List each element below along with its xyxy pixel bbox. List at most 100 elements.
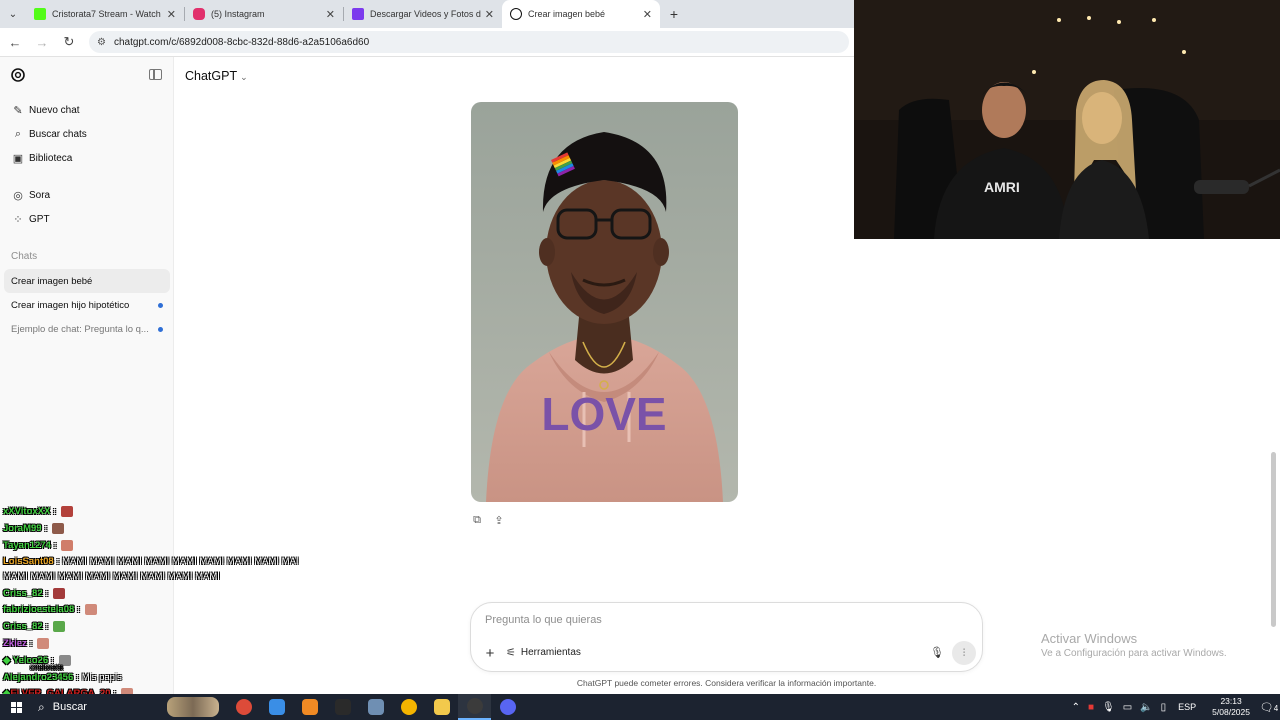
weather-widget-icon[interactable] [167, 697, 219, 717]
taskbar-clock[interactable]: 23:13 5/08/2025 [1212, 696, 1250, 718]
taskbar-search[interactable]: ⌕ Buscar [32, 694, 167, 720]
emote-icon [60, 506, 73, 517]
copy-icon[interactable]: ⧉ [471, 514, 483, 526]
sidebar-item-search-chats[interactable]: ⌕ Buscar chats [4, 122, 170, 146]
taskbar-app-copilot[interactable] [260, 694, 293, 720]
chat-item-label: Crear imagen hijo hipotético [11, 299, 130, 311]
clock-time: 23:13 [1220, 696, 1242, 706]
network-icon[interactable]: ▭ [1123, 702, 1132, 713]
language-indicator[interactable]: ESP [1178, 702, 1196, 712]
browser-tab-instagram[interactable]: (5) Instagram ✕ [185, 0, 343, 28]
tab-search-menu-button[interactable]: ⌄ [0, 0, 26, 28]
notification-center-button[interactable]: 🗨4 [1258, 701, 1280, 714]
site-settings-icon[interactable]: ⚙ [97, 37, 106, 48]
sidebar-item-label: Sora [29, 189, 51, 201]
sliders-icon: ⚟ [506, 647, 516, 659]
sidebar-item-new-chat[interactable]: ✎ Nuevo chat [4, 98, 170, 122]
model-selector[interactable]: ChatGPT ⌄ [185, 69, 248, 83]
taskbar-app-file-explorer[interactable] [425, 694, 458, 720]
emote-icon [37, 638, 50, 649]
chat-item-crear-imagen-bebe[interactable]: Crear imagen bebé [4, 269, 170, 293]
tools-button[interactable]: ⚟ Herramientas [506, 646, 581, 659]
start-button[interactable] [0, 694, 32, 720]
volume-icon[interactable]: 🔈 [1140, 702, 1152, 713]
watermark-subtitle: Ve a Configuración para activar Windows. [1041, 648, 1227, 659]
sidebar-item-sora[interactable]: ◎ Sora [4, 183, 170, 207]
discord-icon [499, 699, 516, 715]
taskbar-app-chrome[interactable] [227, 694, 260, 720]
chat-username: Zkiez [3, 638, 27, 650]
taskbar-app-live[interactable] [326, 694, 359, 720]
chat-message: Alejandro23456 : Mis papis [3, 672, 122, 683]
webcam-overlay: AMRI [854, 0, 1280, 239]
generated-image[interactable]: LOVE [471, 102, 738, 502]
chat-username: fabrizioestela08 [3, 604, 75, 616]
taskbar-app-chrome-2[interactable] [392, 694, 425, 720]
chat-item-ejemplo[interactable]: Ejemplo de chat: Pregunta lo q... [4, 317, 170, 341]
chat-message: Criss_82 : [3, 588, 66, 600]
page-scrollbar[interactable] [1271, 452, 1276, 627]
tab-title: (5) Instagram [211, 9, 265, 19]
share-icon[interactable]: ⇪ [493, 514, 505, 527]
copilot-icon [268, 699, 285, 715]
taskbar-app-discord[interactable] [491, 694, 524, 720]
system-tray: ⌃ ■ 🎙 ▭ 🔈 ▯ ESP 23:13 5/08/2025 🗨4 [1068, 694, 1280, 720]
chat-username: Tayan1274 [3, 540, 51, 552]
sidebar-item-label: Biblioteca [29, 152, 73, 164]
search-icon: ⌕ [38, 699, 45, 714]
tab-title: Crear imagen bebé [528, 9, 606, 19]
clock-date: 5/08/2025 [1212, 707, 1250, 717]
new-tab-button[interactable]: + [660, 0, 688, 28]
library-icon: ▣ [12, 152, 24, 165]
emote-icon [53, 588, 66, 599]
forward-button[interactable]: → [30, 30, 54, 54]
tab-title: Descargar Videos y Fotos de Ins [370, 9, 481, 19]
reload-button[interactable]: ↻ [57, 30, 81, 54]
attach-plus-button[interactable]: + [483, 645, 497, 662]
chat-text: Mis papis [81, 672, 122, 683]
microphone-icon[interactable]: 🎙 [930, 646, 944, 659]
battery-icon[interactable]: ▯ [1161, 702, 1167, 713]
taskbar-app-notepad[interactable] [359, 694, 392, 720]
taskbar-search-label: Buscar [52, 701, 87, 713]
chat-message: xXVitoxXX : [3, 506, 73, 517]
browser-tab-chatgpt[interactable]: Crear imagen bebé ✕ [502, 0, 660, 28]
back-button[interactable]: ← [3, 30, 27, 54]
taskbar-app-fl-studio[interactable] [293, 694, 326, 720]
chevron-up-icon[interactable]: ⌃ [1072, 702, 1080, 713]
chats-section-label: Chats [11, 251, 38, 262]
windows-logo-icon [10, 701, 22, 713]
tab-title: Cristorata7 Stream - Watch Live [52, 9, 163, 19]
chat-item-crear-imagen-hijo[interactable]: Crear imagen hijo hipotético [4, 293, 170, 317]
waveform-icon: ⫶ [962, 647, 966, 659]
tab-close-icon[interactable]: ✕ [485, 8, 494, 21]
app-tray-icon[interactable]: ■ [1088, 702, 1094, 713]
chat-username: Criss_82 [3, 621, 43, 633]
chat-username: Criss_82 [3, 588, 43, 600]
chat-text: MAMI MAMI MAMI MAMI MAMI MAMI MAMI MAMI [3, 571, 220, 582]
microphone-tray-icon[interactable]: 🎙 [1102, 702, 1115, 713]
sidebar-item-library[interactable]: ▣ Biblioteca [4, 146, 170, 170]
chatgpt-favicon-icon [510, 8, 522, 20]
prompt-input[interactable] [485, 614, 905, 626]
browser-tab-downloader[interactable]: Descargar Videos y Fotos de Ins ✕ [344, 0, 502, 28]
address-bar[interactable]: ⚙ chatgpt.com/c/6892d008-8cbc-832d-88d6-… [89, 31, 849, 53]
emote-icon [52, 523, 65, 534]
search-icon: ⌕ [14, 127, 22, 140]
taskbar-app-chatgpt[interactable] [458, 694, 491, 720]
browser-tab-kick[interactable]: Cristorata7 Stream - Watch Live ✕ [26, 0, 184, 28]
tools-label: Herramientas [520, 647, 581, 658]
chrome-icon [400, 699, 417, 715]
openai-logo-icon[interactable] [10, 67, 26, 83]
tab-close-icon[interactable]: ✕ [167, 8, 176, 21]
sidebar-item-gpt[interactable]: ⁘ GPT [4, 207, 170, 231]
toggle-sidebar-icon[interactable] [149, 69, 162, 80]
voice-mode-button[interactable]: ⫶ [952, 641, 976, 665]
watermark-title: Activar Windows [1041, 631, 1138, 646]
sidebar-item-label: Buscar chats [29, 128, 87, 140]
chat-message: Criss_82 : [3, 621, 66, 633]
tab-close-icon[interactable]: ✕ [326, 8, 335, 21]
tab-close-icon[interactable]: ✕ [643, 8, 652, 21]
badge-icon: ◆ [3, 655, 13, 667]
hoodie-print-text: AMRI [984, 179, 1020, 195]
